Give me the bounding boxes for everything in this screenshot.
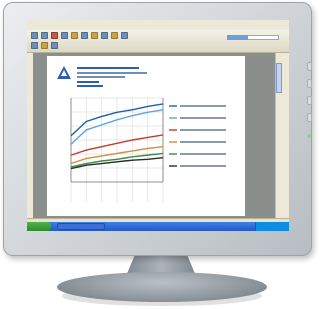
- clock-icon: [255, 222, 289, 231]
- browser-toolbar: [27, 30, 289, 53]
- logo-a-icon: [57, 66, 71, 79]
- line-chart: [70, 97, 226, 202]
- stand-base: [57, 272, 267, 302]
- legend-text-bar: [180, 129, 226, 131]
- back-icon[interactable]: [31, 32, 38, 39]
- monitor: [0, 0, 320, 309]
- legend-text-bar: [180, 105, 226, 107]
- menu-bar[interactable]: [27, 20, 289, 30]
- load-progress-fill: [227, 35, 248, 40]
- legend-text-bar: [180, 117, 226, 119]
- taskbar-window-button[interactable]: [57, 223, 105, 230]
- history-icon[interactable]: [101, 32, 108, 39]
- load-progress-bar: [227, 35, 279, 40]
- toolbar-row-2: [31, 42, 58, 50]
- refresh-icon[interactable]: [61, 32, 68, 39]
- legend-text-bar: [180, 141, 226, 143]
- bezel-button-up[interactable]: [307, 79, 312, 88]
- header-subtitle-line: [77, 72, 147, 74]
- scroll-thumb[interactable]: [276, 63, 282, 93]
- stop-icon[interactable]: [51, 32, 58, 39]
- toolbar-row-1: [31, 32, 128, 40]
- monitor-screen: [27, 20, 289, 231]
- document-page: [47, 56, 245, 216]
- vertical-scrollbar[interactable]: [275, 53, 283, 218]
- header-meta-line: [77, 81, 99, 83]
- browser-window: [27, 20, 289, 223]
- pdf-tool-icon[interactable]: [51, 42, 58, 49]
- home-icon[interactable]: [71, 32, 78, 39]
- page-icon[interactable]: [41, 42, 48, 49]
- bezel-button-power[interactable]: [307, 113, 312, 122]
- forward-icon[interactable]: [41, 32, 48, 39]
- header-subtitle-line-2: [77, 76, 125, 78]
- taskbar: [27, 222, 289, 231]
- legend-text-bar: [180, 165, 226, 167]
- mail-icon[interactable]: [111, 32, 118, 39]
- print-icon[interactable]: [121, 32, 128, 39]
- bezel-button-down[interactable]: [307, 96, 312, 105]
- search-icon[interactable]: [81, 32, 88, 39]
- favorites-icon[interactable]: [91, 32, 98, 39]
- document-viewer[interactable]: [33, 53, 283, 218]
- header-title-line: [77, 67, 139, 69]
- legend-text-bar: [180, 153, 226, 155]
- zoom-icon[interactable]: [31, 42, 38, 49]
- windows-start-icon[interactable]: [27, 222, 51, 231]
- power-led-icon: [307, 134, 311, 138]
- bezel-button-menu[interactable]: [307, 62, 312, 71]
- bezel-button-stack: [307, 62, 313, 138]
- header-meta-line-2: [77, 85, 103, 87]
